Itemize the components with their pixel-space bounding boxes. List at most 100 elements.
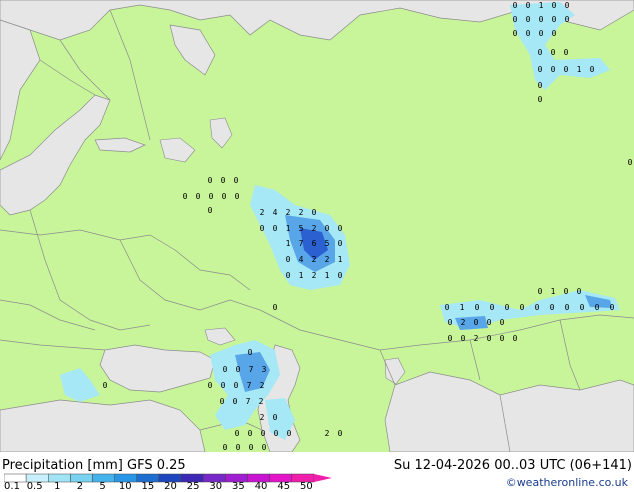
cell-value: 7 — [249, 365, 254, 374]
cell-value: 0 — [552, 1, 557, 10]
cell-value: 0 — [312, 208, 317, 217]
cell-value: 0 — [564, 287, 569, 296]
cell-value: 2 — [299, 208, 304, 217]
cell-value: 0 — [577, 287, 582, 296]
color-scale-label: 25 — [186, 481, 200, 492]
cell-value: 7 — [299, 239, 304, 248]
cell-value: 0 — [183, 192, 188, 201]
cell-value: 0 — [338, 224, 343, 233]
cell-value: 6 — [312, 239, 317, 248]
cell-value: 0 — [286, 271, 291, 280]
color-scale-label: 0.1 — [4, 481, 20, 492]
cell-value: 0 — [286, 255, 291, 264]
map-title: Precipitation [mm] GFS 0.25 — [2, 458, 186, 473]
legend-bar: Precipitation [mm] GFS 0.25 Su 12-04-202… — [0, 452, 634, 492]
cell-value: 0 — [538, 48, 543, 57]
cell-value: 1 — [577, 65, 582, 74]
color-scale-label: 15 — [141, 481, 155, 492]
cell-value: 0 — [223, 365, 228, 374]
cell-value: 0 — [448, 318, 453, 327]
southern-sea — [0, 399, 206, 452]
cell-value: 0 — [526, 15, 531, 24]
cell-value: 0 — [628, 158, 633, 167]
cell-value: 0 — [610, 303, 615, 312]
value-row: 0 — [248, 348, 253, 357]
cell-value: 0 — [520, 303, 525, 312]
cell-value: 0 — [249, 443, 254, 452]
color-scale-label: 0.5 — [26, 481, 43, 492]
cell-value: 0 — [273, 303, 278, 312]
value-row: 000 — [208, 176, 239, 185]
cell-value: 4 — [273, 208, 278, 217]
cell-value: 0 — [220, 397, 225, 406]
value-row: 000 — [538, 48, 569, 57]
credit-link[interactable]: ©weatheronline.co.uk — [506, 476, 628, 489]
color-scale-label: 20 — [164, 481, 177, 492]
cell-value: 0 — [490, 303, 495, 312]
cell-value: 2 — [259, 397, 264, 406]
cell-value: 0 — [565, 303, 570, 312]
cell-value: 0 — [580, 303, 585, 312]
value-row: 0 — [538, 81, 543, 90]
cell-value: 0 — [274, 429, 279, 438]
cell-value: 0 — [513, 15, 518, 24]
cell-value: 2 — [286, 208, 291, 217]
cell-value: 0 — [248, 429, 253, 438]
cell-value: 0 — [474, 318, 479, 327]
cell-value: 2 — [325, 429, 330, 438]
color-scale-label: 1 — [54, 481, 61, 492]
cell-value: 0 — [461, 334, 466, 343]
cell-value: 2 — [312, 224, 317, 233]
cell-value: 2 — [325, 255, 330, 264]
cell-value: 1 — [460, 303, 465, 312]
cell-value: 0 — [539, 15, 544, 24]
cell-value: 0 — [513, 334, 518, 343]
cell-value: 0 — [234, 176, 239, 185]
cell-value: 0 — [487, 334, 492, 343]
cell-value: 0 — [565, 1, 570, 10]
color-scale-label: 45 — [277, 481, 291, 492]
value-row: 0 — [103, 381, 108, 390]
cell-value: 0 — [538, 81, 543, 90]
cell-value: 0 — [539, 29, 544, 38]
cell-value: 0 — [535, 303, 540, 312]
cell-value: 0 — [236, 365, 241, 374]
color-scale-label: 10 — [118, 481, 132, 492]
cell-value: 0 — [448, 334, 453, 343]
cell-value: 3 — [262, 365, 267, 374]
cell-value: 1 — [539, 1, 544, 10]
color-scale-label: 5 — [99, 481, 106, 492]
cell-value: 0 — [208, 381, 213, 390]
cell-value: 4 — [299, 255, 304, 264]
cell-value: 0 — [526, 1, 531, 10]
cell-value: 0 — [325, 224, 330, 233]
cell-value: 0 — [261, 429, 266, 438]
cell-value: 0 — [538, 287, 543, 296]
cell-value: 0 — [513, 29, 518, 38]
cell-value: 0 — [338, 271, 343, 280]
color-scale-label: 50 — [299, 481, 313, 492]
cell-value: 0 — [273, 224, 278, 233]
cell-value: 7 — [247, 381, 252, 390]
cell-value: 0 — [221, 381, 226, 390]
cell-value: 0 — [513, 1, 518, 10]
cell-value: 0 — [538, 65, 543, 74]
cell-value: 0 — [505, 303, 510, 312]
cell-value: 7 — [246, 397, 251, 406]
cell-value: 0 — [551, 65, 556, 74]
cell-value: 2 — [312, 271, 317, 280]
cell-value: 2 — [260, 413, 265, 422]
cell-value: 0 — [260, 224, 265, 233]
cell-value: 0 — [262, 443, 267, 452]
value-row: 0 — [628, 158, 633, 167]
color-scale-label: 35 — [232, 481, 245, 492]
cell-value: 2 — [312, 255, 317, 264]
cell-value: 0 — [475, 303, 480, 312]
cell-value: 2 — [474, 334, 479, 343]
cell-value: 0 — [223, 443, 228, 452]
cell-value: 0 — [564, 65, 569, 74]
cell-value: 1 — [299, 271, 304, 280]
cell-value: 0 — [248, 348, 253, 357]
cell-value: 0 — [235, 192, 240, 201]
cell-value: 0 — [564, 48, 569, 57]
